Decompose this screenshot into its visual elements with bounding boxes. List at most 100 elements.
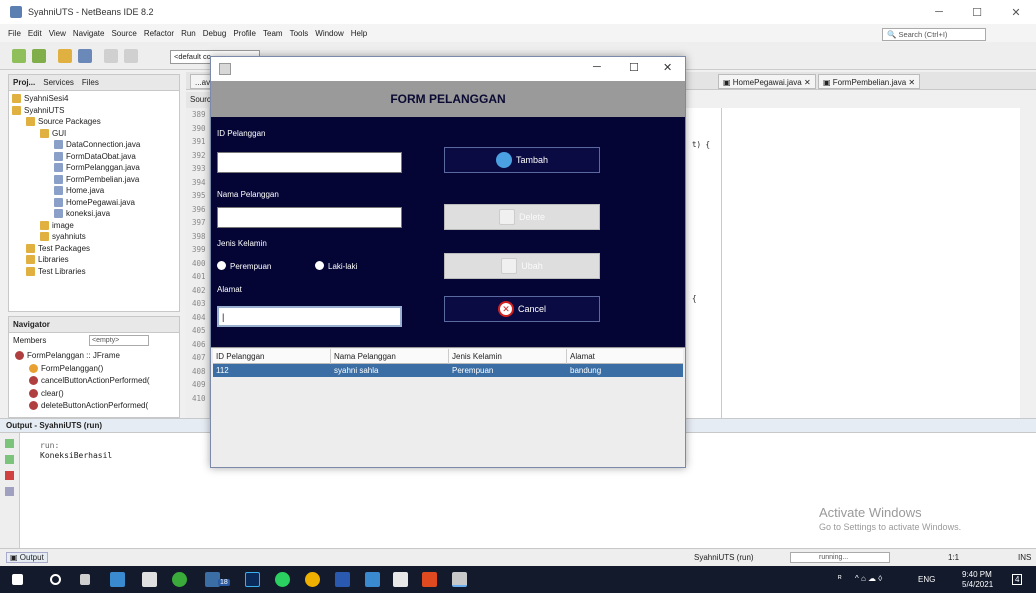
- tab-files[interactable]: Files: [82, 78, 99, 87]
- maximize-button[interactable]: ☐: [958, 0, 996, 24]
- rerun-options-icon[interactable]: [5, 455, 14, 464]
- explorer-icon[interactable]: [110, 572, 125, 587]
- package-icon: [26, 117, 35, 126]
- tambah-button[interactable]: Tambah: [444, 147, 600, 173]
- dialog-maximize-button[interactable]: ☐: [629, 61, 639, 74]
- column-header-nama[interactable]: Nama Pelanggan: [331, 349, 449, 364]
- tree-item[interactable]: koneksi.java: [54, 208, 110, 219]
- progress-indicator[interactable]: running...: [790, 552, 890, 563]
- clock-date[interactable]: 5/4/2021: [962, 580, 993, 589]
- menu-edit[interactable]: Edit: [28, 29, 42, 38]
- chrome-icon[interactable]: [305, 572, 320, 587]
- method-icon: [29, 401, 38, 410]
- document-app-icon[interactable]: [393, 572, 408, 587]
- radio-laki-laki[interactable]: Laki-laki: [315, 261, 357, 271]
- navigator-member[interactable]: clear(): [29, 388, 64, 399]
- column-header-alamat[interactable]: Alamat: [567, 349, 683, 364]
- tree-item[interactable]: FormDataObat.java: [54, 151, 136, 162]
- menu-refactor[interactable]: Refactor: [144, 29, 174, 38]
- settings-icon[interactable]: [5, 487, 14, 496]
- dialog-minimize-button[interactable]: ─: [593, 61, 601, 73]
- menu-team[interactable]: Team: [263, 29, 283, 38]
- tree-item[interactable]: SyahniSesi4: [12, 93, 68, 104]
- menu-navigate[interactable]: Navigate: [73, 29, 105, 38]
- package-icon: [26, 266, 35, 276]
- open-project-icon[interactable]: [58, 49, 72, 63]
- tab-services[interactable]: Services: [43, 78, 74, 87]
- tree-item[interactable]: Home.java: [54, 185, 104, 196]
- navigator-member[interactable]: FormPelanggan(): [29, 363, 103, 374]
- radio-perempuan[interactable]: Perempuan: [217, 261, 271, 271]
- menu-tools[interactable]: Tools: [290, 29, 309, 38]
- store-icon[interactable]: [142, 572, 157, 587]
- close-button[interactable]: ✕: [997, 0, 1035, 24]
- navigator-member[interactable]: FormPelanggan :: JFrame: [15, 350, 120, 361]
- tree-item[interactable]: FormPelanggan.java: [54, 162, 140, 173]
- column-header-id[interactable]: ID Pelanggan: [213, 349, 331, 364]
- delete-button[interactable]: Delete: [444, 204, 600, 230]
- menu-profile[interactable]: Profile: [233, 29, 256, 38]
- menu-source[interactable]: Source: [111, 29, 136, 38]
- tree-item[interactable]: HomePegawai.java: [54, 197, 135, 208]
- tree-item[interactable]: GUI: [40, 128, 66, 139]
- nama-pelanggan-input[interactable]: [217, 207, 402, 228]
- menu-run[interactable]: Run: [181, 29, 196, 38]
- editor-tab-homepegawai[interactable]: ▣ HomePegawai.java ✕: [718, 74, 816, 89]
- minimize-button[interactable]: ─: [920, 0, 958, 24]
- stop-icon[interactable]: [5, 471, 14, 480]
- people-icon[interactable]: ᴿ: [838, 574, 842, 583]
- rerun-icon[interactable]: [5, 439, 14, 448]
- xampp-icon[interactable]: [422, 572, 437, 587]
- word-icon[interactable]: [335, 572, 350, 587]
- output-tab[interactable]: ▣ Output: [6, 552, 48, 563]
- tree-item[interactable]: Test Packages: [26, 243, 90, 254]
- menu-view[interactable]: View: [49, 29, 66, 38]
- search-icon[interactable]: [50, 574, 61, 585]
- task-view-icon[interactable]: [80, 574, 90, 585]
- language-indicator[interactable]: ENG: [918, 575, 935, 584]
- column-header-jenis-kelamin[interactable]: Jenis Kelamin: [449, 349, 567, 364]
- tree-item[interactable]: Source Packages: [26, 116, 101, 127]
- system-tray-icons[interactable]: ^ ⌂ ☁ ◊: [855, 574, 882, 583]
- cell-alamat: bandung: [570, 366, 602, 375]
- radio-dot: [315, 261, 324, 270]
- tab-projects[interactable]: Proj...: [13, 78, 35, 87]
- new-project-icon[interactable]: [32, 49, 46, 63]
- id-pelanggan-input[interactable]: [217, 152, 402, 173]
- navigator-member[interactable]: deleteButtonActionPerformed(: [29, 400, 148, 411]
- line-number: 402: [192, 285, 206, 295]
- spotify-icon[interactable]: [275, 572, 290, 587]
- search-input[interactable]: 🔍 Search (Ctrl+I): [882, 28, 986, 41]
- menu-file[interactable]: File: [8, 29, 21, 38]
- members-filter-select[interactable]: <empty>: [89, 335, 149, 346]
- tree-item[interactable]: SyahniUTS: [12, 105, 64, 116]
- cube-app-icon[interactable]: [365, 572, 380, 587]
- menu-debug[interactable]: Debug: [203, 29, 227, 38]
- tree-item[interactable]: Test Libraries: [26, 266, 86, 277]
- alamat-input[interactable]: |: [217, 306, 402, 327]
- save-all-icon[interactable]: [78, 49, 92, 63]
- table-row[interactable]: 112 syahni sahla Perempuan bandung: [213, 364, 683, 377]
- undo-icon[interactable]: [104, 49, 118, 63]
- tree-item[interactable]: FormPembelian.java: [54, 174, 139, 185]
- clock-time[interactable]: 9:40 PM: [962, 570, 992, 579]
- editor-tab-formpembelian[interactable]: ▣ FormPembelian.java ✕: [818, 74, 921, 89]
- dialog-close-button[interactable]: ✕: [663, 61, 672, 74]
- navigator-member[interactable]: cancelButtonActionPerformed(: [29, 375, 150, 386]
- tree-item[interactable]: Libraries: [26, 254, 69, 265]
- new-file-icon[interactable]: [12, 49, 26, 63]
- cancel-button[interactable]: ✕ Cancel: [444, 296, 600, 322]
- tree-item[interactable]: syahniuts: [40, 231, 86, 242]
- redo-icon[interactable]: [124, 49, 138, 63]
- start-icon[interactable]: [12, 574, 23, 585]
- menu-window[interactable]: Window: [315, 29, 343, 38]
- vpn-icon[interactable]: [172, 572, 187, 587]
- tree-item[interactable]: DataConnection.java: [54, 139, 140, 150]
- notification-center-icon[interactable]: 4: [1012, 574, 1023, 585]
- ubah-button[interactable]: Ubah: [444, 253, 600, 279]
- java-app-icon[interactable]: [452, 572, 467, 587]
- menu-help[interactable]: Help: [351, 29, 367, 38]
- members-label: Members: [13, 336, 47, 345]
- photoshop-icon[interactable]: [245, 572, 260, 587]
- tree-item[interactable]: image: [40, 220, 74, 231]
